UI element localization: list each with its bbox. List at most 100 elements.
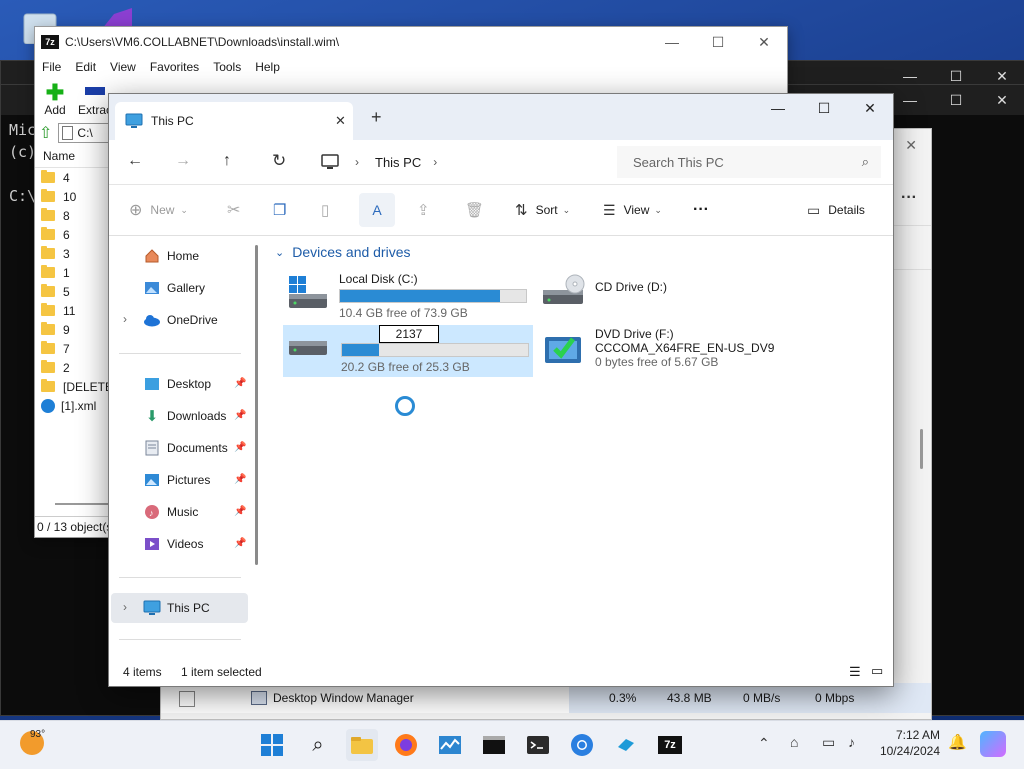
sevenzip-titlebar[interactable]: 7z C:\Users\VM6.COLLABNET\Downloads\inst… <box>35 27 787 57</box>
monitor-icon <box>143 599 161 617</box>
sort-button[interactable]: ⇅ Sort ⌄ <box>515 185 570 235</box>
more-icon[interactable]: ··· <box>901 189 917 207</box>
busy-cursor-icon <box>395 396 415 416</box>
close-icon[interactable]: ✕ <box>905 137 917 154</box>
sidebar-item-music[interactable]: ♪ Music 📌 <box>111 497 248 527</box>
menu-view[interactable]: View <box>103 60 143 74</box>
sidebar-item-this-pc[interactable]: › This PC <box>111 593 248 623</box>
virtualbox-icon[interactable] <box>610 729 642 761</box>
sidebar-item-pictures[interactable]: Pictures 📌 <box>111 465 248 495</box>
firefox-icon[interactable] <box>390 729 422 761</box>
pin-icon[interactable]: 📌 <box>234 442 246 454</box>
explorer-address-row: ← → ↑ ↻ › This PC › Search This PC ⌕ <box>109 140 893 185</box>
sidebar-item-label: Documents <box>167 441 228 455</box>
notification-bell-icon[interactable]: 🔔 <box>948 733 967 751</box>
close-tab-icon[interactable]: ✕ <box>335 113 346 129</box>
close-icon[interactable]: ✕ <box>979 85 1024 115</box>
search-icon[interactable]: ⌕ <box>302 729 334 761</box>
minimize-icon[interactable]: — <box>649 27 695 57</box>
drive-name: DVD Drive (F:) <box>595 327 674 341</box>
copy-icon[interactable]: ❐ <box>273 185 286 235</box>
copilot-icon[interactable] <box>980 731 1006 757</box>
pin-icon[interactable]: 📌 <box>234 410 246 422</box>
drive-e-selected[interactable]: 2137 20.2 GB free of 25.3 GB <box>283 325 533 377</box>
drive-label: CCCOMA_X64FRE_EN-US_DV9 <box>595 341 775 355</box>
pin-icon[interactable]: 📌 <box>234 538 246 550</box>
tab-this-pc[interactable]: This PC ✕ <box>115 102 353 140</box>
start-button[interactable] <box>256 729 288 761</box>
minimize-icon[interactable]: — <box>755 94 801 122</box>
new-button[interactable]: ⊕ New ⌄ <box>129 185 188 235</box>
process-row[interactable]: Desktop Window Manager 0.3% 43.8 MB 0 MB… <box>161 683 931 713</box>
menu-help[interactable]: Help <box>248 60 287 74</box>
drive-d[interactable]: CD Drive (D:) <box>541 272 781 314</box>
file-explorer-window[interactable]: This PC ✕ + — ☐ ✕ ← → ↑ ↻ › This PC › Se… <box>108 93 894 687</box>
search-input[interactable]: Search This PC ⌕ <box>617 146 881 178</box>
menu-favorites[interactable]: Favorites <box>143 60 206 74</box>
chevron-right-icon[interactable]: › <box>123 312 127 326</box>
folder-icon <box>41 360 55 373</box>
sidebar-item-videos[interactable]: Videos 📌 <box>111 529 248 559</box>
gear-icon <box>179 691 195 707</box>
paste-icon[interactable]: ▯ <box>321 185 329 235</box>
address-bar[interactable]: › This PC › <box>309 146 605 178</box>
sidebar-item-downloads[interactable]: ⬇ Downloads 📌 <box>111 401 248 431</box>
clock[interactable]: 7:12 AM 10/24/2024 <box>872 727 940 759</box>
share-icon[interactable]: ⇪ <box>417 185 430 235</box>
refresh-icon[interactable]: ↻ <box>272 151 286 171</box>
rename-icon[interactable]: A <box>359 193 395 227</box>
tiles-view-icon[interactable]: ▭ <box>871 663 883 679</box>
pin-icon[interactable]: 📌 <box>234 378 246 390</box>
command-prompt-app-icon[interactable] <box>478 729 510 761</box>
maximize-icon[interactable]: ☐ <box>801 94 847 122</box>
maximize-icon[interactable]: ☐ <box>695 27 741 57</box>
scrollbar-thumb[interactable] <box>920 429 923 469</box>
add-button[interactable]: ✚ Add <box>35 80 75 118</box>
chevron-up-icon[interactable]: ⌃ <box>758 735 770 752</box>
back-arrow-icon[interactable]: ← <box>127 152 143 170</box>
volume-icon[interactable]: ♪ <box>848 734 855 750</box>
chrome-icon[interactable] <box>566 729 598 761</box>
plus-icon: ✚ <box>45 80 65 105</box>
new-tab-icon[interactable]: + <box>371 107 382 128</box>
maximize-icon[interactable]: ☐ <box>933 85 979 115</box>
display-icon[interactable]: ▭ <box>822 734 835 751</box>
nav-scrollbar[interactable] <box>255 245 258 565</box>
breadcrumb[interactable]: This PC <box>375 155 421 170</box>
section-header-devices[interactable]: ⌄ Devices and drives <box>275 244 411 260</box>
terminal-app-icon[interactable] <box>522 729 554 761</box>
pin-icon[interactable]: 📌 <box>234 474 246 486</box>
sidebar-item-home[interactable]: Home <box>111 241 248 271</box>
file-explorer-app-icon[interactable] <box>346 729 378 761</box>
rename-input[interactable]: 2137 <box>379 325 439 343</box>
close-icon[interactable]: ✕ <box>741 27 787 57</box>
sidebar-item-desktop[interactable]: Desktop 📌 <box>111 369 248 399</box>
sidebar-item-documents[interactable]: Documents 📌 <box>111 433 248 463</box>
menu-edit[interactable]: Edit <box>68 60 103 74</box>
horizontal-scrollbar[interactable] <box>55 503 115 505</box>
menu-tools[interactable]: Tools <box>206 60 248 74</box>
chevron-right-icon[interactable]: › <box>433 155 437 169</box>
task-manager-app-icon[interactable] <box>434 729 466 761</box>
cut-icon[interactable]: ✂ <box>227 185 240 235</box>
chevron-right-icon[interactable]: › <box>123 600 127 614</box>
sidebar-item-onedrive[interactable]: › OneDrive <box>111 305 248 335</box>
delete-icon[interactable]: 🗑 <box>465 185 484 235</box>
chevron-down-icon: ⌄ <box>562 204 571 215</box>
sidebar-item-gallery[interactable]: Gallery <box>111 273 248 303</box>
search-icon[interactable]: ⌕ <box>862 154 869 170</box>
sevenzip-app-icon[interactable]: 7z <box>654 729 686 761</box>
drive-c[interactable]: Local Disk (C:) 10.4 GB free of 73.9 GB <box>285 272 535 320</box>
up-arrow-icon[interactable]: ↑ <box>223 152 231 170</box>
details-button[interactable]: ▭ Details <box>807 185 865 235</box>
pin-icon[interactable]: 📌 <box>234 506 246 518</box>
forward-arrow-icon[interactable]: → <box>175 152 191 170</box>
more-options-icon[interactable]: ··· <box>693 185 709 235</box>
up-folder-icon[interactable]: ⇧ <box>39 123 52 143</box>
menu-file[interactable]: File <box>35 60 68 74</box>
view-button[interactable]: ☰ View ⌄ <box>603 185 662 235</box>
drive-f[interactable]: DVD Drive (F:) CCCOMA_X64FRE_EN-US_DV9 0… <box>541 325 801 377</box>
close-icon[interactable]: ✕ <box>847 94 893 122</box>
network-icon[interactable]: ⌂ <box>790 734 798 750</box>
details-view-icon[interactable]: ☰ <box>849 664 861 680</box>
